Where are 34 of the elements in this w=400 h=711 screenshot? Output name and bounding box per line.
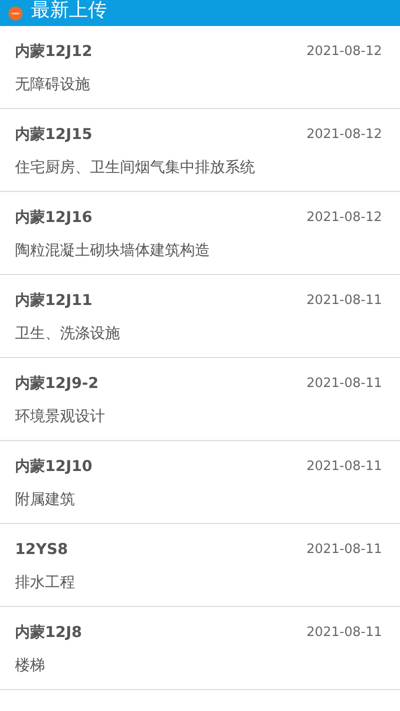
document-title: 附属建筑 <box>15 489 76 510</box>
document-row[interactable]: 内蒙12J11 2021-08-11 卫生、洗涤设施 <box>0 275 400 358</box>
document-row[interactable]: 内蒙12J9-2 2021-08-11 环境景观设计 <box>0 358 400 441</box>
document-code: 内蒙12J12 <box>15 42 92 60</box>
document-title: 陶粒混凝土砌块墙体建筑构造 <box>15 240 211 261</box>
document-title: 卫生、洗涤设施 <box>15 323 121 344</box>
document-title: 环境景观设计 <box>15 406 106 427</box>
document-code: 12YS8 <box>15 540 68 558</box>
upload-date: 2021-08-11 <box>306 292 382 308</box>
upload-date: 2021-08-12 <box>306 210 382 224</box>
logo-icon <box>8 6 23 20</box>
document-code: 内蒙12J10 <box>15 456 92 476</box>
document-title: 住宅厨房、卫生间烟气集中排放系统 <box>15 157 256 178</box>
document-row[interactable]: 内蒙12J12 2021-08-12 无障碍设施 <box>0 26 400 109</box>
document-row[interactable]: 内蒙12J10 2021-08-11 附属建筑 <box>0 441 400 524</box>
document-code: 内蒙12J9-2 <box>15 374 99 392</box>
document-row[interactable]: 内蒙12J8 2021-08-11 楼梯 <box>0 607 400 690</box>
upload-date: 2021-08-11 <box>306 624 382 640</box>
document-row[interactable]: 内蒙12J16 2021-08-12 陶粒混凝土砌块墙体建筑构造 <box>0 192 400 275</box>
document-code: 内蒙12J11 <box>15 290 92 310</box>
upload-date: 2021-08-12 <box>306 44 382 58</box>
document-row[interactable]: 12YS8 2021-08-11 排水工程 <box>0 524 400 607</box>
document-title: 楼梯 <box>15 655 46 676</box>
document-row[interactable]: 内蒙12J15 2021-08-12 住宅厨房、卫生间烟气集中排放系统 <box>0 109 400 192</box>
document-code: 内蒙12J15 <box>15 124 92 144</box>
document-code: 内蒙12J8 <box>15 622 82 642</box>
upload-date: 2021-08-11 <box>306 458 382 474</box>
document-code: 内蒙12J16 <box>15 208 92 226</box>
upload-date: 2021-08-11 <box>306 542 382 556</box>
header-title: 最新上传 <box>31 0 107 21</box>
upload-date: 2021-08-11 <box>306 376 382 390</box>
document-title: 排水工程 <box>15 572 76 593</box>
upload-date: 2021-08-12 <box>306 126 382 142</box>
document-title: 无障碍设施 <box>15 74 91 95</box>
